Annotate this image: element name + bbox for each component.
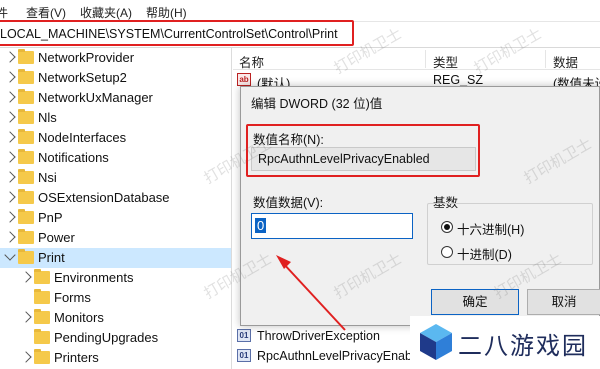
folder-icon [18,109,34,124]
ok-button[interactable]: 确定 [431,289,519,315]
brand-badge: 二八游戏园 [410,316,600,369]
column-separator[interactable] [545,50,546,68]
radio-decimal[interactable] [441,246,453,258]
chevron-right-icon[interactable] [4,111,16,123]
value-name: RpcAuthnLevelPrivacyEnab [257,349,412,363]
tree-item-label: Printers [54,350,99,365]
value-data-label: 数值数据(V): [253,196,324,210]
menu-item-view[interactable]: 查看(V) [26,4,66,21]
chevron-down-icon[interactable] [4,249,16,261]
menu-item-partial[interactable]: 件 [0,4,8,21]
chevron-right-icon[interactable] [20,351,32,363]
tree-item[interactable]: Monitors [0,308,231,328]
chevron-right-icon[interactable] [4,51,16,63]
folder-icon [18,129,34,144]
tree-item-label: Monitors [54,310,104,325]
dword-value-icon: 01 [237,329,251,342]
column-separator[interactable] [425,50,426,68]
chevron-right-icon[interactable] [4,91,16,103]
chevron-right-icon[interactable] [4,71,16,83]
tree-item[interactable]: NetworkUxManager [0,88,231,108]
tree-item[interactable]: NetworkProvider [0,48,231,68]
folder-icon [34,309,50,324]
tree-item-label: NetworkProvider [38,50,135,65]
folder-icon [18,209,34,224]
folder-icon [18,169,34,184]
radio-hexadecimal-label[interactable]: 十六进制(H) [457,219,524,238]
folder-icon [18,229,34,244]
tree-item[interactable]: NodeInterfaces [0,128,231,148]
tree-item-label: Power [38,230,75,245]
string-value-icon: ab [237,73,251,86]
tree-item-label: NetworkSetup2 [38,70,127,85]
folder-icon [18,149,34,164]
tree-item[interactable]: Nls [0,108,231,128]
folder-icon [18,189,34,204]
chevron-right-icon[interactable] [4,231,16,243]
chevron-right-icon[interactable] [4,131,16,143]
cancel-button[interactable]: 取消 [527,289,600,315]
tree-item-label: Notifications [38,150,109,165]
tree-item-label: NodeInterfaces [38,130,127,145]
chevron-right-icon[interactable] [20,271,32,283]
tree-item-label: PnP [38,210,63,225]
tree-item-label: Environments [54,270,134,285]
tree-item[interactable]: PendingUpgrades [0,328,231,348]
edit-dword-dialog: 编辑 DWORD (32 位)值 数值名称(N): RpcAuthnLevelP… [240,86,600,326]
tree-item-label: Print [38,250,65,265]
tree-item-label: Nsi [38,170,57,185]
tree-item[interactable]: Notifications [0,148,231,168]
tree-item[interactable]: NetworkSetup2 [0,68,231,88]
chevron-right-icon[interactable] [20,311,32,323]
tree-item-label: Nls [38,110,57,125]
radio-decimal-label[interactable]: 十进制(D) [457,244,512,263]
tree-item-label: NetworkUxManager [38,90,153,105]
chevron-right-icon[interactable] [4,211,16,223]
tree-item[interactable]: Printers [0,348,231,368]
value-type: REG_SZ [433,73,484,87]
folder-icon [34,349,50,364]
column-header-data[interactable]: 数据 [553,52,578,71]
tree-item[interactable]: Power [0,228,231,248]
address-highlight-box [0,20,354,46]
brand-cube-icon [420,324,452,360]
tree-item[interactable]: Nsi [0,168,231,188]
value-name-highlight-box [246,124,480,177]
menu-item-favorites[interactable]: 收藏夹(A) [80,4,132,21]
base-group: 十六进制(H) 十进制(D) [427,203,593,265]
tree-item[interactable]: Forms [0,288,231,308]
tree-item-label: OSExtensionDatabase [38,190,170,205]
tree-item-print-selected[interactable]: Print [0,248,231,268]
folder-icon [34,329,50,344]
folder-icon [18,69,34,84]
chevron-right-icon[interactable] [4,151,16,163]
value-data-input[interactable]: 0 [251,213,413,239]
dword-value-icon: 01 [237,349,251,362]
value-data-text[interactable]: 0 [255,218,267,233]
chevron-right-icon[interactable] [4,191,16,203]
dialog-title: 编辑 DWORD (32 位)值 [251,97,383,111]
folder-icon [34,269,50,284]
tree-item-label: Forms [54,290,91,305]
brand-name: 二八游戏园 [458,333,588,360]
tree-item-label: PendingUpgrades [54,330,159,345]
tree-item[interactable]: PnP [0,208,231,228]
folder-icon [34,289,50,304]
value-name: ThrowDriverException [257,329,380,343]
tree-item[interactable]: OSExtensionDatabase [0,188,231,208]
folder-icon [18,49,34,64]
radio-hexadecimal[interactable] [441,221,453,233]
chevron-right-icon[interactable] [4,171,16,183]
values-list-header: 名称 类型 数据 [233,48,600,70]
menu-item-help[interactable]: 帮助(H) [146,4,187,21]
column-header-name[interactable]: 名称 [239,52,264,71]
menu-bar: 件 查看(V) 收藏夹(A) 帮助(H) [0,0,600,22]
tree-item[interactable]: Environments [0,268,231,288]
folder-icon [18,89,34,104]
folder-open-icon [18,249,34,264]
column-header-type[interactable]: 类型 [433,52,458,71]
registry-tree: NetworkProvider NetworkSetup2 NetworkUxM… [0,48,232,369]
